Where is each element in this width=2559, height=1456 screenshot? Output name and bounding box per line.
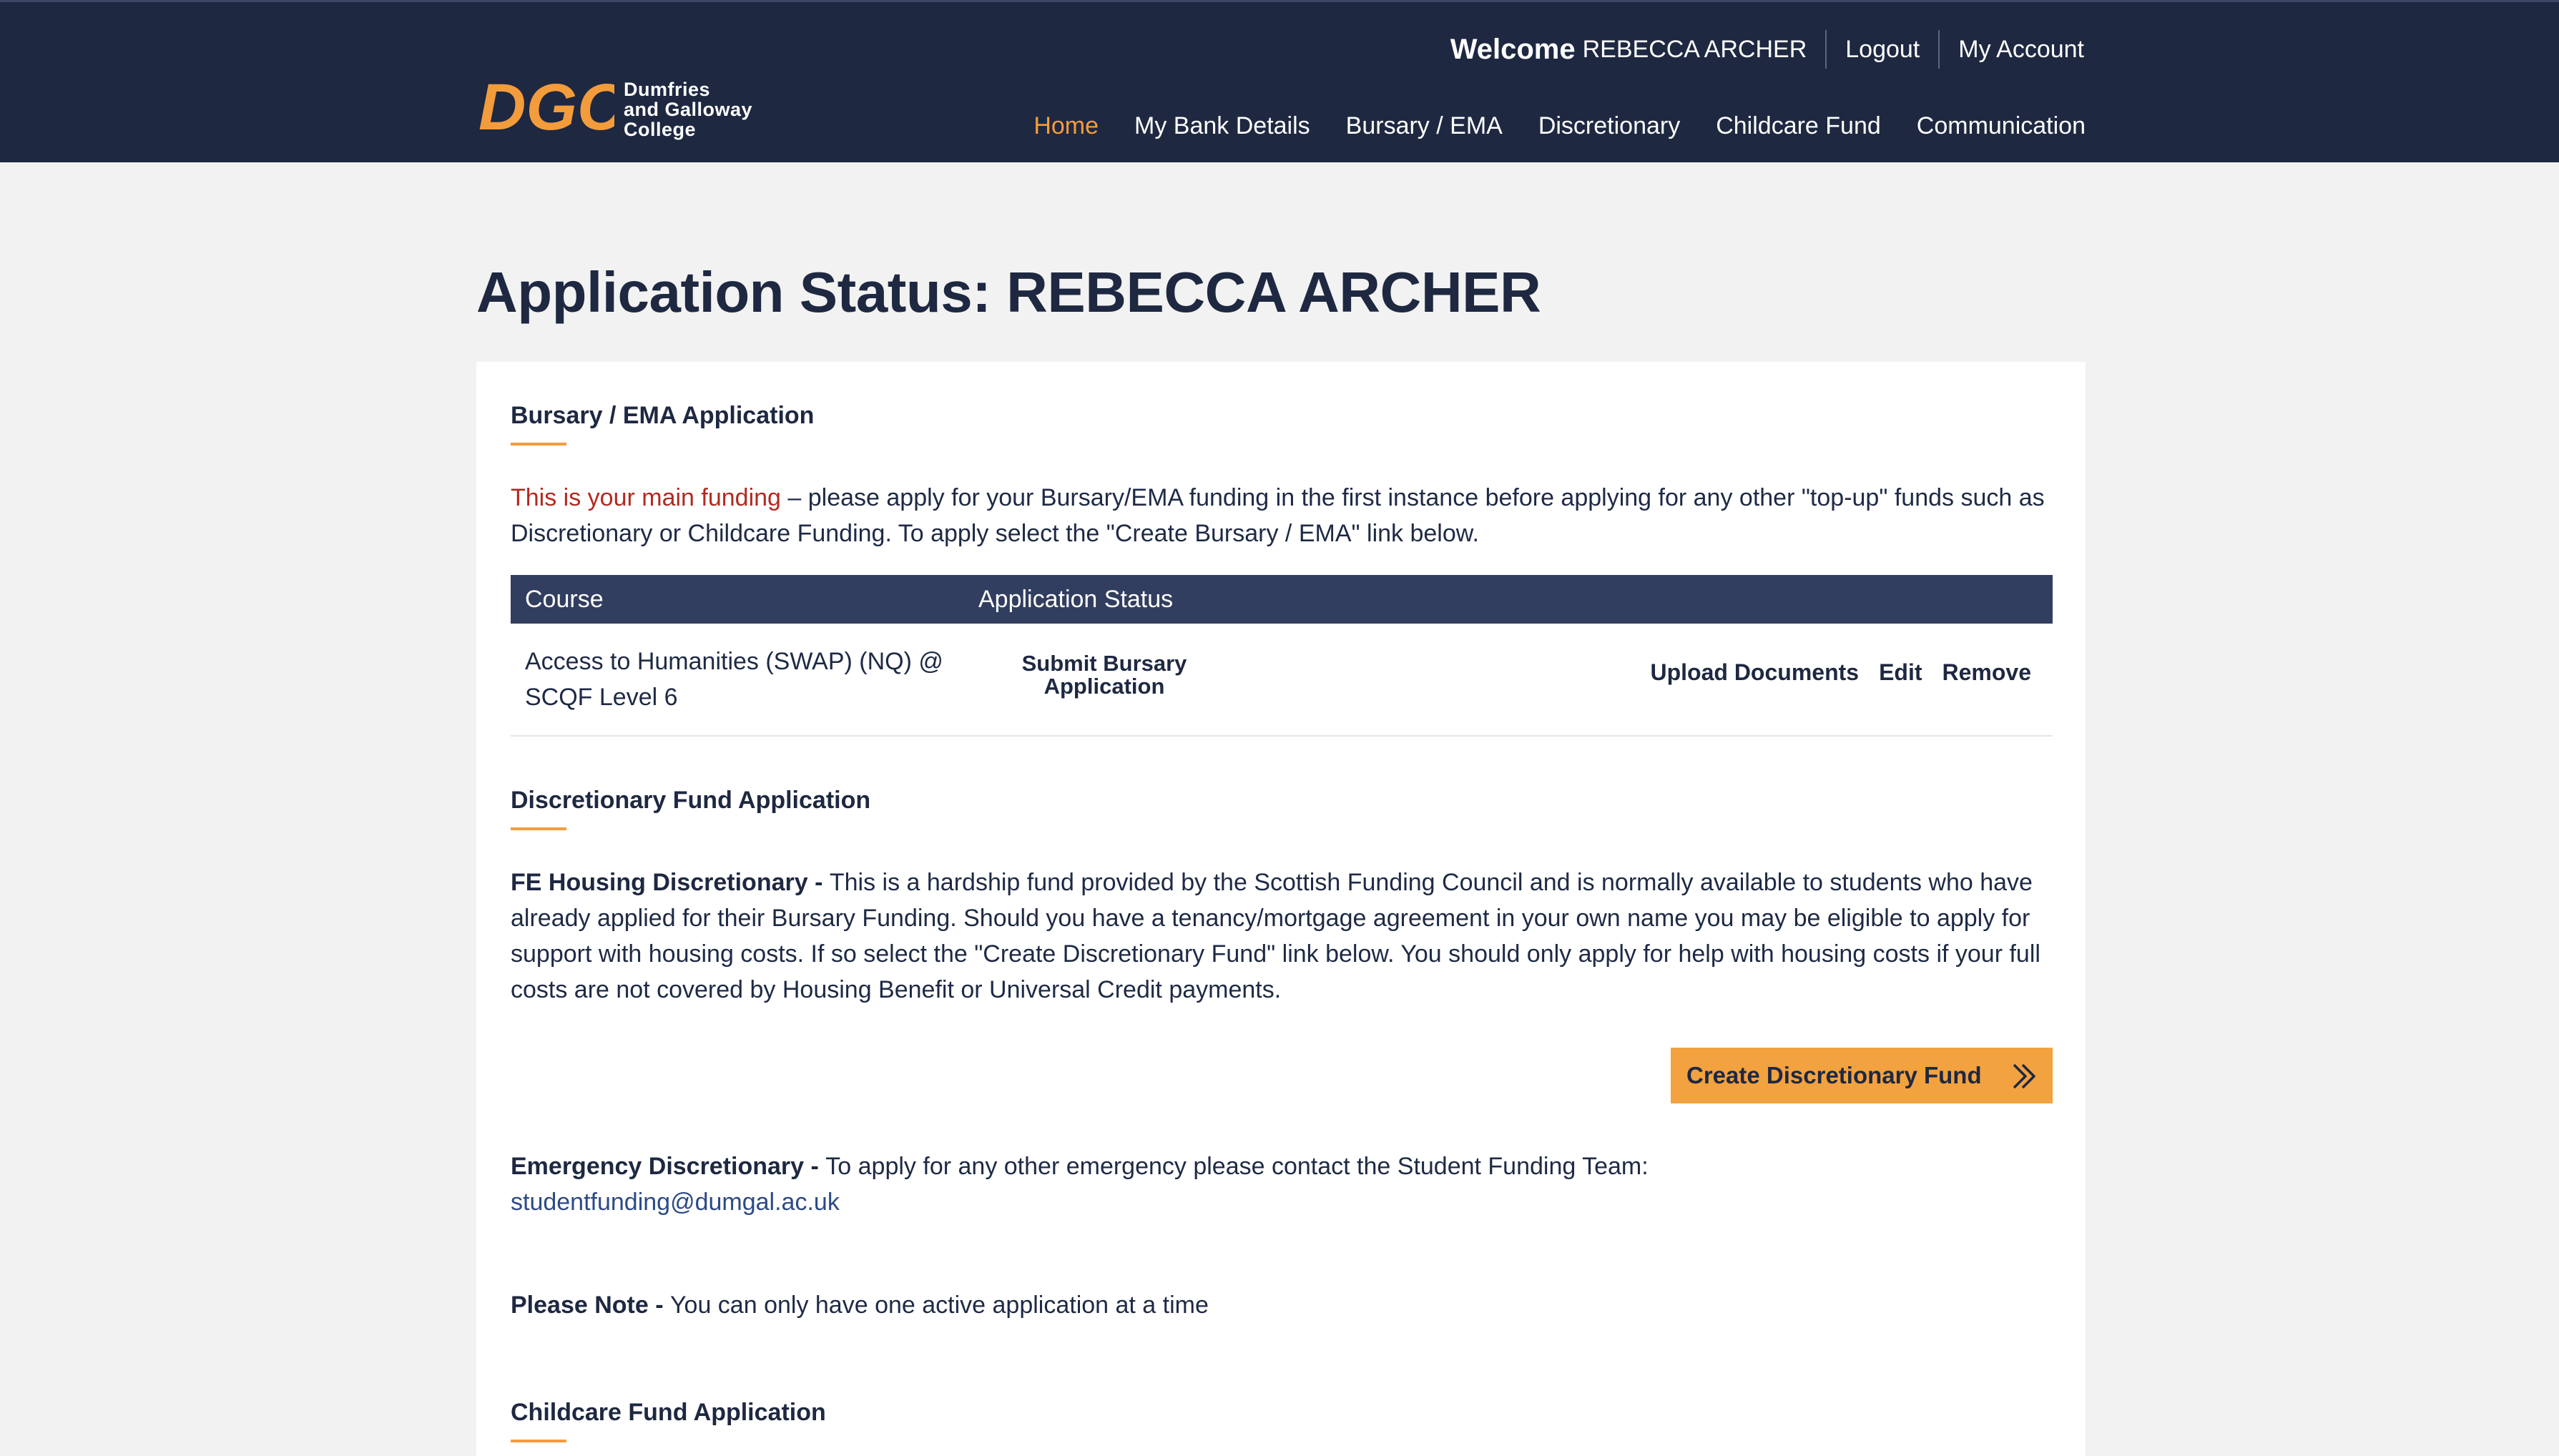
course-name: Access to Humanities (SWAP) (NQ) @ SCQF … [525,648,943,711]
divider [1938,30,1940,69]
my-account-link[interactable]: My Account [1958,36,2084,64]
application-status-card: Bursary / EMA Application This is your m… [476,362,2086,1456]
table-header: Course Application Status [511,575,2053,624]
remove-link[interactable]: Remove [1942,659,2032,686]
section-underline [511,443,566,446]
emergency-text: To apply for any other emergency please … [825,1153,1649,1180]
user-bar: Welcome REBECCA ARCHER Logout My Account [1450,29,2084,69]
student-funding-email-link[interactable]: studentfunding@dumgal.ac.uk [511,1189,840,1216]
fe-housing-label: FE Housing Discretionary - [511,869,830,896]
column-application-status: Application Status [978,585,1174,613]
page-title: Application Status: REBECCA ARCHER [476,260,1541,324]
nav-bursary-ema[interactable]: Bursary / EMA [1346,112,1503,140]
nav-childcare-fund[interactable]: Childcare Fund [1716,112,1881,140]
emergency-paragraph: Emergency Discretionary - To apply for a… [511,1148,2055,1220]
divider [1825,30,1827,69]
edit-link[interactable]: Edit [1879,659,1922,686]
table-row: Access to Humanities (SWAP) (NQ) @ SCQF … [511,624,2053,737]
welcome-user-name: REBECCA ARCHER [1582,35,1807,63]
logo-wordmark: Dumfries and Galloway College [624,79,752,139]
chevron-right-icon [2013,1063,2035,1089]
fe-housing-paragraph: FE Housing Discretionary - This is a har… [511,865,2055,1008]
dgc-logo-mark: DGC [478,78,614,137]
bursary-intro: This is your main funding – please apply… [511,480,2055,551]
please-note-label: Please Note - [511,1292,670,1319]
logout-link[interactable]: Logout [1845,36,1920,64]
logo-line-1: Dumfries [624,79,711,100]
emergency-label: Emergency Discretionary - [511,1153,826,1180]
logo-line-2: and Galloway [624,99,753,120]
discretionary-section-title: Discretionary Fund Application [511,787,871,814]
welcome-label: Welcome [1450,33,1576,65]
nav-bank-details[interactable]: My Bank Details [1134,112,1310,140]
nav-communication[interactable]: Communication [1917,112,2086,140]
main-funding-highlight: This is your main funding [511,484,781,511]
please-note-paragraph: Please Note - You can only have one acti… [511,1287,2055,1323]
main-nav: Home My Bank Details Bursary / EMA Discr… [998,112,2086,140]
row-actions: Upload Documents Edit Remove [1630,659,2031,686]
nav-discretionary[interactable]: Discretionary [1538,112,1680,140]
column-course: Course [525,585,604,613]
create-discretionary-fund-label: Create Discretionary Fund [1686,1062,1982,1088]
logo-line-3: College [624,119,697,140]
upload-documents-link[interactable]: Upload Documents [1650,659,1859,686]
submit-bursary-application-link[interactable]: Submit Bursary Application [1011,652,1197,698]
section-underline [511,1440,566,1442]
site-header: DGC Dumfries and Galloway College Welcom… [0,0,2559,162]
bursary-section-title: Bursary / EMA Application [511,402,815,429]
childcare-section-title: Childcare Fund Application [511,1399,826,1426]
nav-home[interactable]: Home [1033,112,1099,140]
logo-letters: DGC [478,78,614,137]
section-underline [511,827,566,830]
create-discretionary-fund-button[interactable]: Create Discretionary Fund [1671,1048,2053,1103]
please-note-text: You can only have one active application… [669,1292,1209,1319]
